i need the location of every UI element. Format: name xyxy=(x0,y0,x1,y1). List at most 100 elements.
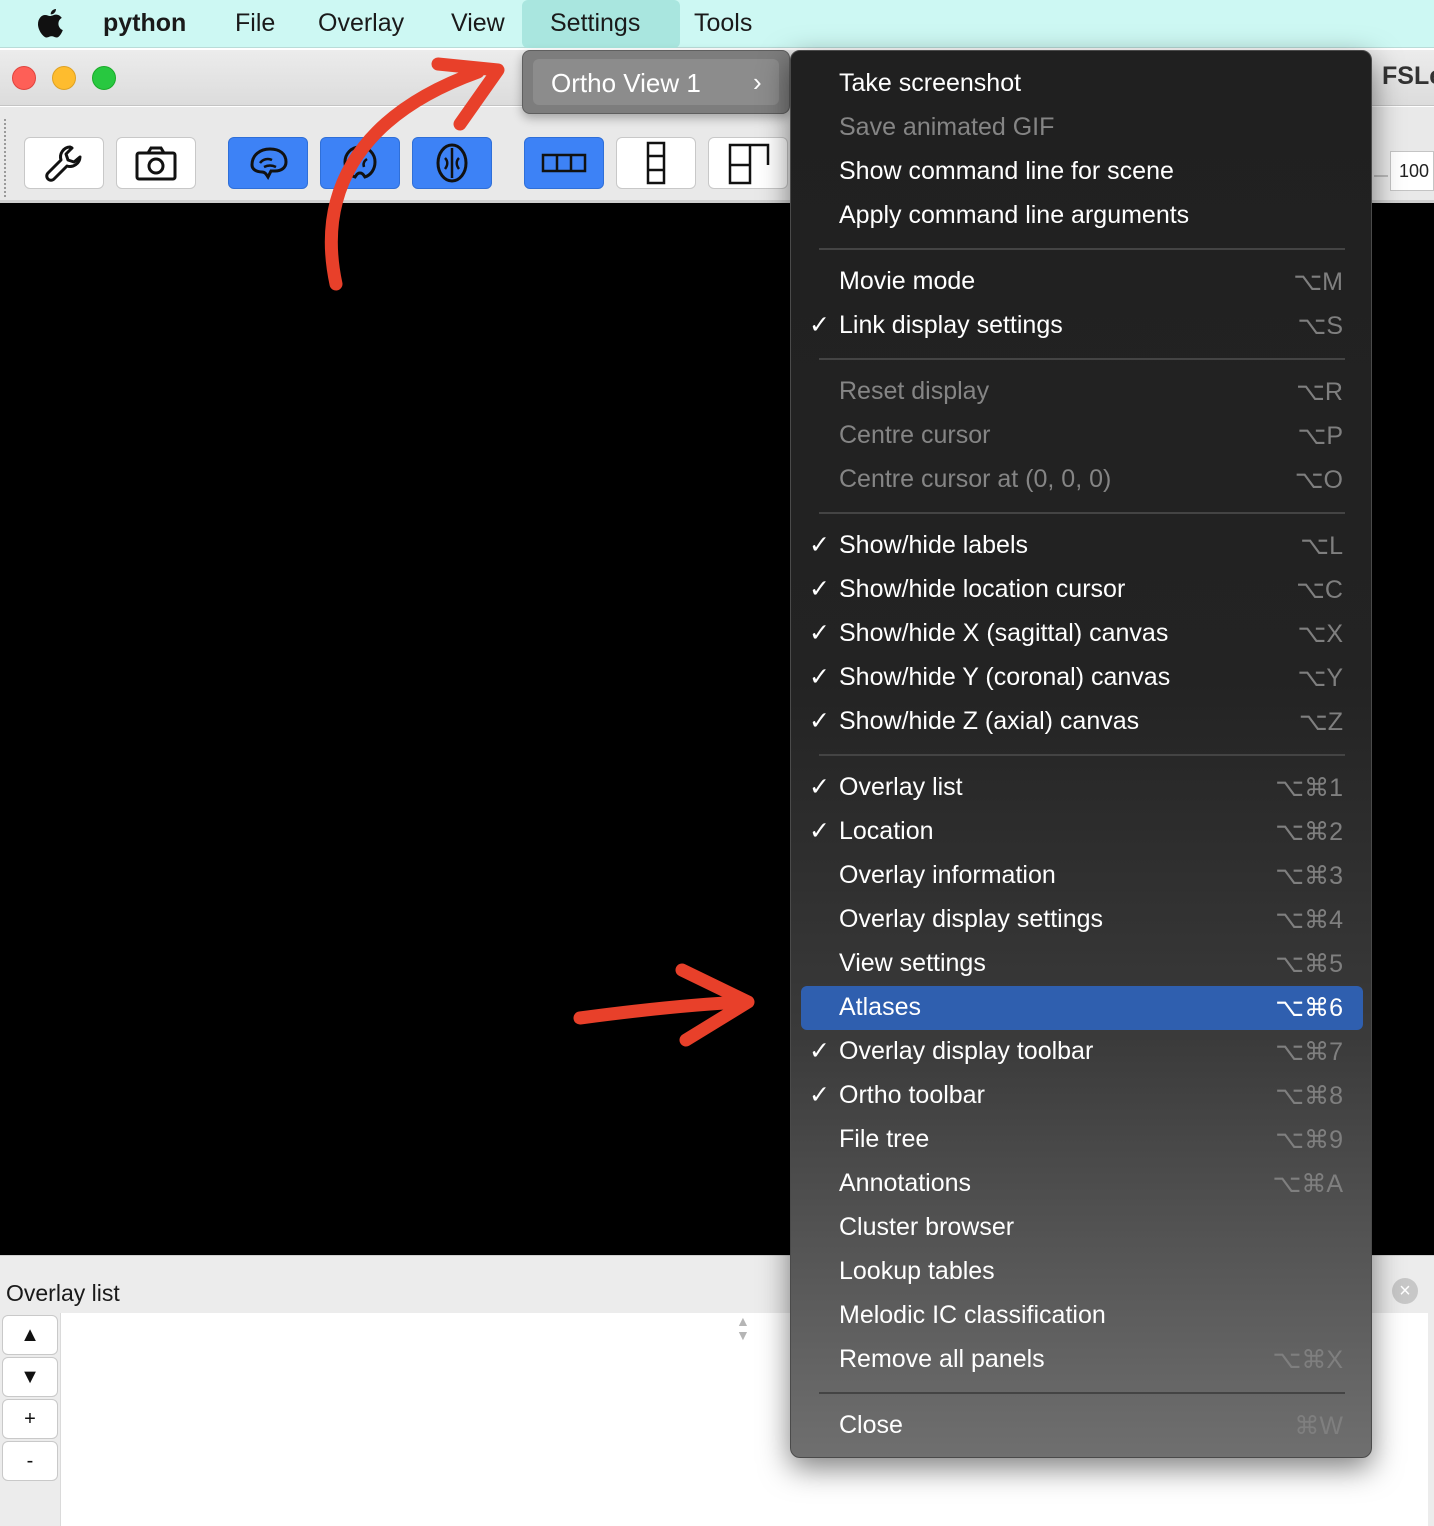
menu-item-label: Centre cursor at (0, 0, 0) xyxy=(839,465,1112,493)
menu-item-shortcut: ⌥⌘8 xyxy=(1275,1082,1343,1110)
menu-item-shortcut: ⌥O xyxy=(1294,466,1343,494)
view-submenu: Ortho View 1 › xyxy=(522,50,790,114)
menu-separator xyxy=(819,248,1345,250)
menu-item-overlay-information[interactable]: Overlay information ⌥⌘3 xyxy=(801,854,1363,898)
zoom-input[interactable]: 100 xyxy=(1390,151,1434,191)
menu-item-label: Apply command line arguments xyxy=(839,201,1190,229)
menu-tools[interactable]: Tools xyxy=(680,0,766,48)
menu-separator xyxy=(819,512,1345,514)
move-up-button[interactable]: ▲ xyxy=(2,1315,58,1355)
menu-item-label: Location xyxy=(839,817,934,845)
menu-item-show-hide-x-sagittal-canvas[interactable]: ✓ Show/hide X (sagittal) canvas ⌥X xyxy=(801,612,1363,656)
menu-app-python[interactable]: python xyxy=(89,0,200,48)
brain-sagittal-icon xyxy=(250,147,288,180)
menu-item-file-tree[interactable]: File tree ⌥⌘9 xyxy=(801,1118,1363,1162)
menu-item-reset-display: Reset display ⌥R xyxy=(801,370,1363,414)
menu-item-shortcut: ⌥⌘X xyxy=(1272,1346,1343,1374)
menu-item-label: Remove all panels xyxy=(839,1345,1045,1373)
menu-item-cluster-browser[interactable]: Cluster browser xyxy=(801,1206,1363,1250)
menu-item-shortcut: ⌥Y xyxy=(1297,664,1343,692)
menu-item-overlay-display-settings[interactable]: Overlay display settings ⌥⌘4 xyxy=(801,898,1363,942)
layout-horizontal-button[interactable] xyxy=(524,137,604,189)
toggle-sagittal-canvas-button[interactable] xyxy=(228,137,308,189)
checkmark-icon: ✓ xyxy=(809,817,830,845)
menu-overlay[interactable]: Overlay xyxy=(304,0,418,48)
toolbar-grip-handle[interactable] xyxy=(4,119,12,197)
screenshot-button[interactable] xyxy=(116,137,196,189)
settings-submenu: Take screenshot Save animated GIF Show com… xyxy=(790,50,1372,1458)
menu-item-shortcut: ⌥⌘7 xyxy=(1275,1038,1343,1066)
menu-item-label: Ortho toolbar xyxy=(839,1081,985,1109)
menu-item-view-settings[interactable]: View settings ⌥⌘5 xyxy=(801,942,1363,986)
menu-item-label: Show/hide X (sagittal) canvas xyxy=(839,619,1169,647)
toggle-axial-canvas-button[interactable] xyxy=(412,137,492,189)
vertical-layout-icon xyxy=(646,141,666,185)
menu-item-label: Cluster browser xyxy=(839,1213,1015,1241)
menu-file[interactable]: File xyxy=(221,0,289,48)
apple-logo-icon[interactable] xyxy=(34,6,66,42)
window-title: FSLe xyxy=(1382,62,1434,90)
menu-item-shortcut: ⌥⌘1 xyxy=(1275,774,1343,802)
wrench-icon xyxy=(45,145,82,182)
settings-wrench-button[interactable] xyxy=(24,137,104,189)
menu-item-link-display-settings[interactable]: ✓ Link display settings ⌥S xyxy=(801,304,1363,348)
menu-settings[interactable]: Settings xyxy=(522,0,680,48)
menu-item-movie-mode[interactable]: Movie mode ⌥M xyxy=(801,260,1363,304)
close-panel-icon[interactable]: × xyxy=(1392,1278,1418,1304)
toggle-coronal-canvas-button[interactable] xyxy=(320,137,400,189)
menu-item-lookup-tables[interactable]: Lookup tables xyxy=(801,1250,1363,1294)
close-window-button[interactable] xyxy=(12,66,36,90)
checkmark-icon: ✓ xyxy=(809,773,830,801)
menu-item-overlay-list[interactable]: ✓ Overlay list ⌥⌘1 xyxy=(801,766,1363,810)
menu-item-close[interactable]: Close ⌘W xyxy=(801,1404,1363,1448)
menu-item-take-screenshot[interactable]: Take screenshot xyxy=(801,62,1363,106)
menu-item-annotations[interactable]: Annotations ⌥⌘A xyxy=(801,1162,1363,1206)
layout-vertical-button[interactable] xyxy=(616,137,696,189)
add-overlay-button[interactable]: + xyxy=(2,1399,58,1439)
menu-item-atlases[interactable]: Atlases ⌥⌘6 xyxy=(801,986,1363,1030)
zoom-window-button[interactable] xyxy=(92,66,116,90)
ortho-view-menu-item[interactable]: Ortho View 1 › xyxy=(533,59,779,105)
checkmark-icon: ✓ xyxy=(809,1081,830,1109)
list-scroll-arrows-icon[interactable]: ▲ ▼ xyxy=(736,1314,750,1342)
menu-item-show-command-line-for-scene[interactable]: Show command line for scene xyxy=(801,150,1363,194)
menu-item-apply-command-line-arguments[interactable]: Apply command line arguments xyxy=(801,194,1363,238)
menu-item-label: View settings xyxy=(839,949,986,977)
layout-grid-button[interactable] xyxy=(708,137,788,189)
zoom-slider-track[interactable] xyxy=(1374,175,1388,177)
menu-item-label: Show/hide labels xyxy=(839,531,1029,559)
menu-item-shortcut: ⌥X xyxy=(1297,620,1343,648)
panel-title: Overlay list xyxy=(6,1280,120,1306)
menu-item-label: Save animated GIF xyxy=(839,113,1055,141)
menu-item-show-hide-z-axial-canvas[interactable]: ✓ Show/hide Z (axial) canvas ⌥Z xyxy=(801,700,1363,744)
macos-menubar: python File Overlay View Settings Tools xyxy=(0,0,1434,48)
menu-item-label: Atlases xyxy=(839,993,921,1021)
remove-overlay-button[interactable]: - xyxy=(2,1441,58,1481)
chevron-right-icon: › xyxy=(753,67,762,97)
menu-item-label: Annotations xyxy=(839,1169,972,1197)
checkmark-icon: ✓ xyxy=(809,311,830,339)
minimize-window-button[interactable] xyxy=(52,66,76,90)
menu-item-show-hide-labels[interactable]: ✓ Show/hide labels ⌥L xyxy=(801,524,1363,568)
grid-layout-icon xyxy=(728,143,770,185)
move-down-button[interactable]: ▼ xyxy=(2,1357,58,1397)
menu-item-show-hide-location-cursor[interactable]: ✓ Show/hide location cursor ⌥C xyxy=(801,568,1363,612)
menu-item-melodic-ic-classification[interactable]: Melodic IC classification xyxy=(801,1294,1363,1338)
menu-item-label: Movie mode xyxy=(839,267,976,295)
menu-item-label: Link display settings xyxy=(839,311,1063,339)
menu-item-label: Show/hide Z (axial) canvas xyxy=(839,707,1140,735)
menu-item-remove-all-panels[interactable]: Remove all panels ⌥⌘X xyxy=(801,1338,1363,1382)
menu-item-save-animated-gif: Save animated GIF xyxy=(801,106,1363,150)
menu-item-shortcut: ⌥⌘3 xyxy=(1275,862,1343,890)
menu-item-overlay-display-toolbar[interactable]: ✓ Overlay display toolbar ⌥⌘7 xyxy=(801,1030,1363,1074)
menu-view[interactable]: View xyxy=(437,0,519,48)
menu-item-label: Overlay display settings xyxy=(839,905,1104,933)
checkmark-icon: ✓ xyxy=(809,663,830,691)
menu-item-centre-cursor-at-0-0-0: Centre cursor at (0, 0, 0) ⌥O xyxy=(801,458,1363,502)
menu-item-label: Overlay information xyxy=(839,861,1056,889)
menu-item-label: Show command line for scene xyxy=(839,157,1174,185)
menu-item-show-hide-y-coronal-canvas[interactable]: ✓ Show/hide Y (coronal) canvas ⌥Y xyxy=(801,656,1363,700)
menu-item-label: Lookup tables xyxy=(839,1257,995,1285)
menu-item-location[interactable]: ✓ Location ⌥⌘2 xyxy=(801,810,1363,854)
menu-item-ortho-toolbar[interactable]: ✓ Ortho toolbar ⌥⌘8 xyxy=(801,1074,1363,1118)
